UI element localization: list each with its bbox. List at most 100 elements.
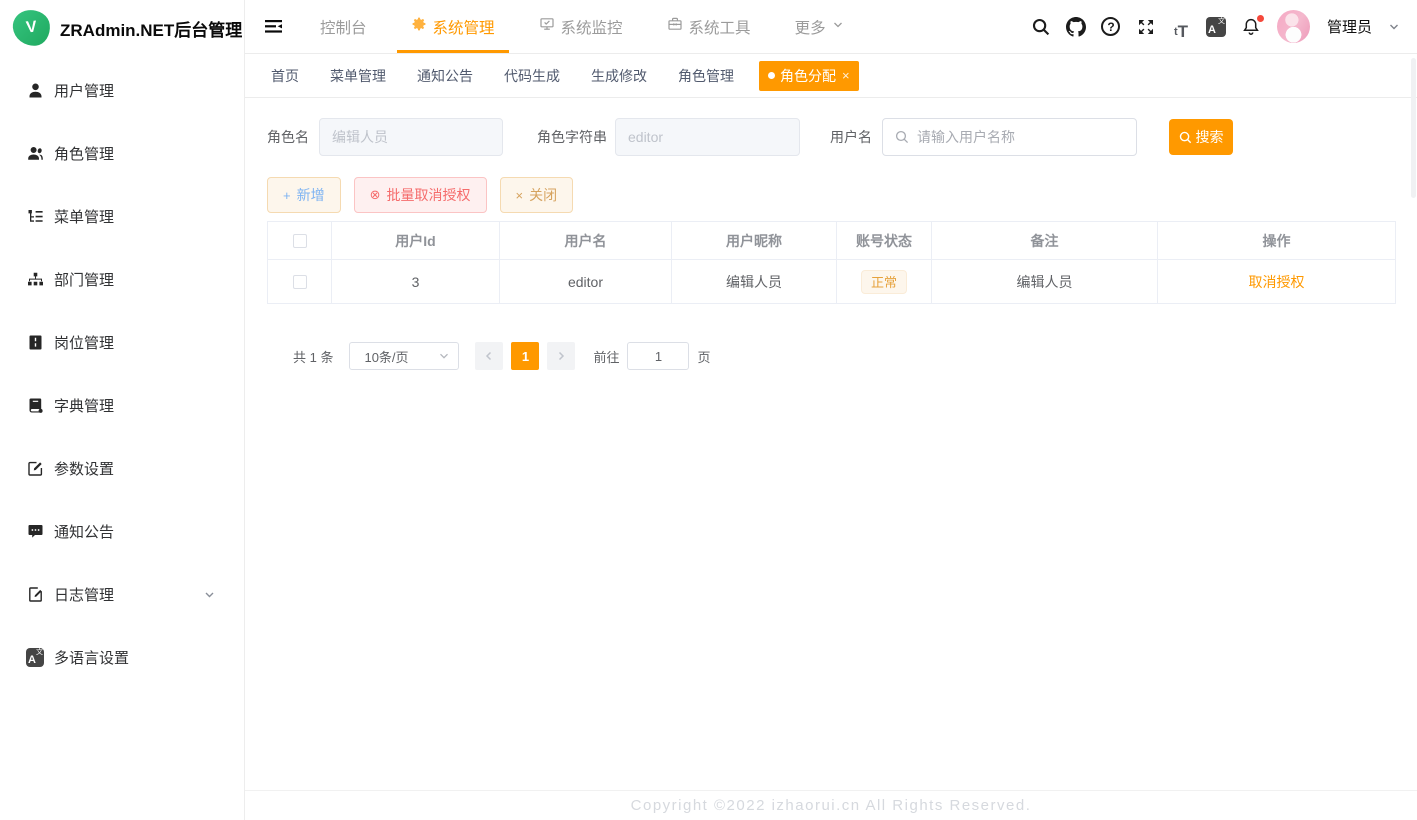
sidebar-collapse-icon[interactable] xyxy=(263,0,284,53)
sidebar-item-dictionary[interactable]: 字典管理 xyxy=(0,374,244,437)
plus-icon: + xyxy=(283,188,291,203)
pagination: 共 1 条 10条/页 1 前往 页 xyxy=(293,342,1396,370)
tab-role-mgmt[interactable]: 角色管理 xyxy=(678,66,734,86)
batch-cancel-auth-button[interactable]: ⊗ 批量取消授权 xyxy=(354,177,487,213)
select-all-checkbox[interactable] xyxy=(293,234,307,248)
pagination-total: 共 1 条 xyxy=(293,347,333,366)
topnav-label: 系统监控 xyxy=(561,16,623,38)
sidebar-item-announcements[interactable]: 通知公告 xyxy=(0,500,244,563)
sidebar-item-label: 菜单管理 xyxy=(54,206,114,227)
font-size-icon[interactable]: tT xyxy=(1168,14,1194,40)
column-header: 账号状态 xyxy=(837,222,932,259)
dictionary-icon xyxy=(26,397,44,415)
sidebar-item-departments[interactable]: 部门管理 xyxy=(0,248,244,311)
topnav-item-more[interactable]: 更多 xyxy=(781,0,858,53)
sidebar-item-users[interactable]: 用户管理 xyxy=(0,59,244,122)
close-button[interactable]: × 关闭 xyxy=(500,177,574,213)
app-logo: V xyxy=(11,8,52,48)
cell-remark: 编辑人员 xyxy=(932,260,1158,303)
search-icon xyxy=(1179,131,1192,144)
toolbox-icon xyxy=(667,16,683,37)
page-size-value: 10条/页 xyxy=(364,347,408,366)
roles-icon xyxy=(26,145,44,163)
chevron-down-icon xyxy=(438,350,450,362)
sidebar-item-roles[interactable]: 角色管理 xyxy=(0,122,244,185)
language-icon[interactable]: A文 xyxy=(1203,14,1229,40)
add-button[interactable]: + 新增 xyxy=(267,177,341,213)
column-header: 备注 xyxy=(932,222,1158,259)
sidebar-item-label: 通知公告 xyxy=(54,521,114,542)
top-navbar: 控制台 系统管理 系统监控 系统工具 更多 xyxy=(245,0,1417,54)
cancel-auth-link[interactable]: 取消授权 xyxy=(1249,272,1305,292)
role-key-input[interactable] xyxy=(615,118,800,156)
topnav-items: 控制台 系统管理 系统监控 系统工具 更多 xyxy=(298,0,866,53)
tab-announcements[interactable]: 通知公告 xyxy=(417,66,473,86)
prev-page-button[interactable] xyxy=(475,342,503,370)
column-header: 操作 xyxy=(1158,222,1395,259)
topnav-item-monitor[interactable]: 系统监控 xyxy=(525,0,637,53)
user-name[interactable]: 管理员 xyxy=(1327,16,1372,37)
role-name-input[interactable] xyxy=(319,118,503,156)
topnav-label: 控制台 xyxy=(320,16,367,38)
close-icon: × xyxy=(516,188,524,203)
goto-page-input[interactable] xyxy=(627,342,689,370)
footer: Copyright ©2022 izhaorui.cn All Rights R… xyxy=(245,790,1417,820)
sidebar-item-logs[interactable]: 日志管理 xyxy=(0,563,244,626)
next-page-button[interactable] xyxy=(547,342,575,370)
avatar[interactable] xyxy=(1277,10,1310,43)
sidebar-item-label: 部门管理 xyxy=(54,269,114,290)
sidebar-item-parameters[interactable]: 参数设置 xyxy=(0,437,244,500)
cell-nickname: 编辑人员 xyxy=(672,260,837,303)
search-icon xyxy=(895,130,909,144)
translate-icon: A文 xyxy=(26,649,44,667)
tab-codegen[interactable]: 代码生成 xyxy=(504,66,560,86)
role-name-label: 角色名 xyxy=(267,127,309,147)
sidebar-item-i18n[interactable]: A文 多语言设置 xyxy=(0,626,244,689)
tab-home[interactable]: 首页 xyxy=(271,66,299,86)
notification-dot xyxy=(1257,15,1264,22)
page-number-1[interactable]: 1 xyxy=(511,342,539,370)
notification-bell-icon[interactable] xyxy=(1238,14,1264,40)
sidebar-item-menus[interactable]: 菜单管理 xyxy=(0,185,244,248)
app-title: ZRAdmin.NET后台管理 xyxy=(60,16,242,41)
column-header: 用户昵称 xyxy=(672,222,837,259)
sidebar-item-label: 日志管理 xyxy=(54,584,114,605)
column-header: 用户Id xyxy=(332,222,500,259)
search-button[interactable]: 搜索 xyxy=(1169,119,1233,155)
username-input[interactable] xyxy=(882,118,1137,156)
fullscreen-icon[interactable] xyxy=(1133,14,1159,40)
close-icon[interactable]: × xyxy=(842,68,850,83)
cell-user-id: 3 xyxy=(332,260,500,303)
cell-actions: 取消授权 xyxy=(1158,260,1395,303)
search-icon[interactable] xyxy=(1028,14,1054,40)
chevron-down-icon xyxy=(203,588,216,601)
row-checkbox[interactable] xyxy=(293,275,307,289)
sidebar-item-label: 参数设置 xyxy=(54,458,114,479)
page-size-select[interactable]: 10条/页 xyxy=(349,342,459,370)
users-table: 用户Id 用户名 用户昵称 账号状态 备注 操作 3 editor 编辑人员 正… xyxy=(267,221,1396,304)
circle-close-icon: ⊗ xyxy=(370,187,381,203)
help-icon[interactable]: ? xyxy=(1098,14,1124,40)
menu-tree-icon xyxy=(26,208,44,226)
tab-gen-edit[interactable]: 生成修改 xyxy=(591,66,647,86)
role-key-label: 角色字符串 xyxy=(537,127,607,147)
page-tabs: 首页 菜单管理 通知公告 代码生成 生成修改 角色管理 角色分配 × xyxy=(245,54,1417,98)
topnav-item-tools[interactable]: 系统工具 xyxy=(653,0,765,53)
sidebar-item-posts[interactable]: 岗位管理 xyxy=(0,311,244,374)
chevron-down-icon[interactable] xyxy=(1387,20,1401,34)
post-icon xyxy=(26,334,44,352)
tab-role-assign-active[interactable]: 角色分配 × xyxy=(759,61,859,91)
app-logo-row[interactable]: V ZRAdmin.NET后台管理 xyxy=(0,0,244,56)
topnav-label: 更多 xyxy=(795,16,826,38)
tab-menu-mgmt[interactable]: 菜单管理 xyxy=(330,66,386,86)
select-all-cell xyxy=(268,222,332,259)
topnav-item-system[interactable]: 系统管理 xyxy=(397,0,509,53)
topnav-label: 系统管理 xyxy=(433,16,495,38)
app-logo-letter: V xyxy=(25,18,37,37)
scrollbar-thumb[interactable] xyxy=(1411,58,1416,198)
topnav-item-dashboard[interactable]: 控制台 xyxy=(306,0,381,53)
sidebar-item-label: 角色管理 xyxy=(54,143,114,164)
username-label: 用户名 xyxy=(830,127,872,147)
monitor-icon xyxy=(539,16,555,37)
github-icon[interactable] xyxy=(1063,14,1089,40)
